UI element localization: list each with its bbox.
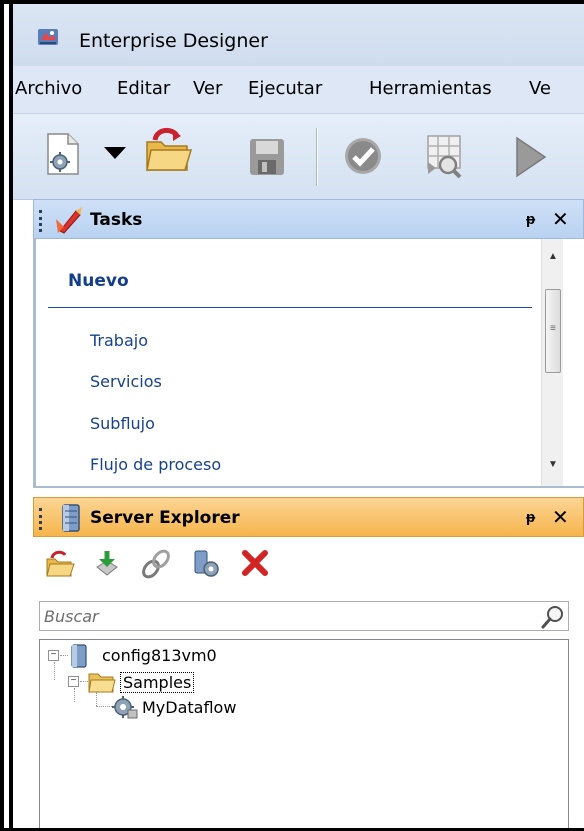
server-explorer-toolbar <box>33 537 584 591</box>
scroll-up-arrow-icon[interactable]: ▲ <box>542 251 564 269</box>
tree-connector <box>96 692 97 706</box>
title-bar[interactable]: Enterprise Designer <box>13 4 584 66</box>
section-divider <box>48 307 532 308</box>
server-explorer-title: Server Explorer <box>90 508 240 528</box>
scroll-thumb[interactable]: ≡ <box>545 289 561 373</box>
panel-grip[interactable] <box>39 210 43 232</box>
menu-archivo[interactable]: Archivo <box>15 78 82 99</box>
main-toolbar <box>13 114 584 200</box>
search-icon[interactable] <box>540 604 566 630</box>
task-link-flujo-de-proceso[interactable]: Flujo de proceso <box>90 455 221 474</box>
server-explorer-close-icon[interactable]: ✕ <box>552 505 569 530</box>
menu-bar: Archivo Editar Ver Ejecutar Herramientas… <box>13 66 584 114</box>
tasks-pin-icon[interactable]: ᵽ <box>526 211 535 228</box>
server-icon <box>62 504 80 532</box>
tree-connector <box>60 655 68 656</box>
server-explorer-pin-icon[interactable]: ᵽ <box>526 509 535 526</box>
tasks-panel-body: Nuevo Trabajo Servicios Subflujo Flujo d… <box>33 239 584 488</box>
menu-ver[interactable]: Ver <box>193 78 222 99</box>
scroll-down-arrow-icon[interactable]: ▼ <box>542 459 564 477</box>
link-icon[interactable] <box>141 549 171 579</box>
task-link-trabajo[interactable]: Trabajo <box>90 331 148 350</box>
dropdown-arrow-icon[interactable] <box>103 146 127 160</box>
server-explorer-header[interactable]: Server Explorer ᵽ ✕ <box>33 497 584 537</box>
folder-icon <box>88 673 116 693</box>
tree-connector <box>54 662 55 680</box>
dataflow-icon <box>112 696 138 719</box>
search-box <box>39 601 569 631</box>
save-icon[interactable] <box>249 138 285 176</box>
new-icon[interactable] <box>46 132 80 176</box>
task-link-subflujo[interactable]: Subflujo <box>90 414 155 433</box>
tasks-icon <box>56 207 82 234</box>
menu-ejecutar[interactable]: Ejecutar <box>248 78 322 99</box>
panel-grip[interactable] <box>39 508 43 530</box>
server-node-icon <box>71 644 87 668</box>
screenshot-frame: Enterprise Designer Archivo Editar Ver E… <box>0 0 584 831</box>
collapse-folder-icon[interactable]: − <box>68 676 79 687</box>
menu-editar[interactable]: Editar <box>117 78 170 99</box>
tasks-scrollbar[interactable]: ▲ ≡ ▼ <box>541 239 563 486</box>
connect-folder-icon[interactable] <box>45 549 75 579</box>
section-nuevo-title: Nuevo <box>68 271 129 291</box>
tasks-title: Tasks <box>90 210 143 230</box>
tree-connector <box>96 706 112 707</box>
tree-dataflow-node[interactable]: MyDataflow <box>142 698 236 717</box>
tasks-close-icon[interactable]: ✕ <box>552 207 569 232</box>
search-input[interactable] <box>44 605 524 627</box>
open-folder-icon[interactable] <box>143 126 193 176</box>
tree-connector <box>80 681 88 682</box>
run-icon[interactable] <box>513 136 547 178</box>
window-title: Enterprise Designer <box>79 30 268 52</box>
toolbar-separator <box>316 128 318 186</box>
enterprise-designer-window: Enterprise Designer Archivo Editar Ver E… <box>13 4 584 828</box>
menu-ventana-truncated[interactable]: Ve <box>529 78 551 99</box>
app-icon <box>38 29 58 45</box>
server-settings-icon[interactable] <box>191 549 223 579</box>
scroll-grip-icon: ≡ <box>550 323 556 334</box>
tree-folder-node[interactable]: Samples <box>120 672 195 693</box>
import-icon[interactable] <box>93 549 121 579</box>
collapse-server-icon[interactable]: − <box>48 650 59 661</box>
delete-icon[interactable] <box>241 549 269 577</box>
server-tree: − config813vm0 − Samples MyDataflow <box>39 639 569 828</box>
tasks-panel-header[interactable]: Tasks ᵽ ✕ <box>33 199 584 239</box>
menu-herramientas[interactable]: Herramientas <box>369 78 492 99</box>
tree-server-node[interactable]: config813vm0 <box>102 646 217 665</box>
inspect-grid-icon[interactable] <box>424 134 464 178</box>
validate-icon[interactable] <box>343 136 383 176</box>
task-link-servicios[interactable]: Servicios <box>90 372 162 391</box>
tree-connector <box>74 688 75 702</box>
